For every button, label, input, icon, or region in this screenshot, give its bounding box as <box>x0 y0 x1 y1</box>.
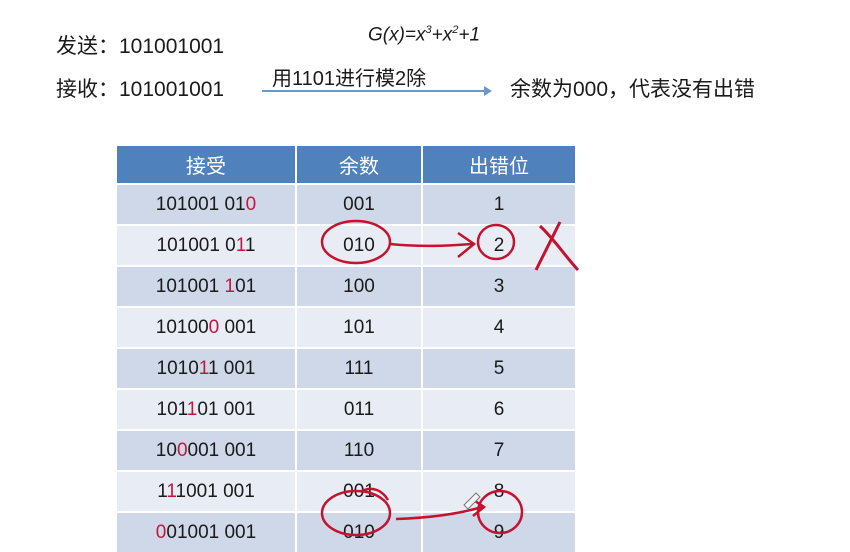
error-bit: 1 <box>198 357 208 379</box>
received-pre: 1 <box>157 480 167 502</box>
received-pre: 10 <box>155 439 177 461</box>
received-cell: 101101 001 <box>117 388 297 430</box>
poly-prefix: G(x)=x <box>368 24 426 46</box>
table-row: 101001 010 001 1 <box>117 183 575 225</box>
received-cell: 100001 001 <box>117 429 297 471</box>
arrow-head-icon <box>484 86 492 96</box>
received-pre: 101001 0 <box>156 234 236 256</box>
error-position-cell: 5 <box>422 347 575 389</box>
received-cell: 001001 001 <box>117 511 297 552</box>
received-cell: 101001 010 <box>117 183 297 225</box>
error-position-cell: 1 <box>422 183 575 225</box>
received-pre: 1010 <box>156 357 199 379</box>
recv-value: 101001001 <box>119 78 225 101</box>
error-position-cell: 6 <box>422 388 575 430</box>
error-bit: 1 <box>166 480 176 502</box>
remainder-cell: 110 <box>296 429 423 471</box>
table-body: 101001 010 001 1 101001 011 010 2 101001 101 10… <box>117 183 575 552</box>
error-position-cell: 8 <box>422 470 575 512</box>
error-bit: 0 <box>208 316 220 338</box>
error-position-cell: 2 <box>422 224 575 266</box>
remainder-cell: 101 <box>296 306 423 348</box>
error-bit: 1 <box>224 275 236 297</box>
received-cell: 101001 101 <box>117 265 297 307</box>
col-header-remainder: 余数 <box>296 146 423 184</box>
received-pre: 101001 <box>155 275 225 297</box>
received-cell: 101000 001 <box>117 306 297 348</box>
received-post: 01 <box>235 275 257 297</box>
received-post: 1 <box>244 234 256 256</box>
remainder-cell: 010 <box>296 511 423 552</box>
received-cell: 101011 001 <box>117 347 297 389</box>
arrow-line <box>262 90 488 92</box>
col-header-error-position: 出错位 <box>422 146 575 184</box>
receive-line: 接收：101001001 <box>56 73 224 103</box>
received-pre: 10100 <box>155 316 209 338</box>
col-header-received: 接受 <box>117 146 297 184</box>
remainder-cell: 001 <box>296 470 423 512</box>
table-row: 101000 001 101 4 <box>117 306 575 348</box>
send-line: 发送：101001001 <box>56 30 224 60</box>
poly-suffix: +1 <box>458 24 481 46</box>
table-row: 001001 001 010 9 <box>117 511 575 552</box>
error-table: 接受 余数 出错位 101001 010 001 1 101001 011 010 2 10… <box>117 146 575 552</box>
result-text: 余数为000，代表没有出错 <box>510 78 756 101</box>
table-row: 101001 101 100 3 <box>117 265 575 307</box>
table-row: 101011 001 111 5 <box>117 347 575 389</box>
received-post: 1 001 <box>207 357 256 379</box>
remainder-cell: 100 <box>296 265 423 307</box>
error-position-cell: 7 <box>422 429 575 471</box>
received-post: 01001 001 <box>166 521 257 543</box>
received-cell: 111001 001 <box>117 470 297 512</box>
error-bit: 0 <box>176 439 188 461</box>
table-row: 101101 001 011 6 <box>117 388 575 430</box>
remainder-cell: 111 <box>296 347 423 389</box>
received-post: 1001 001 <box>175 480 255 502</box>
poly-mid: +x <box>431 24 453 46</box>
remainder-cell: 010 <box>296 224 423 266</box>
error-bit: 0 <box>155 521 167 543</box>
table-row: 100001 001 110 7 <box>117 429 575 471</box>
received-cell: 101001 011 <box>117 224 297 266</box>
error-bit: 0 <box>245 193 257 215</box>
error-bit: 1 <box>235 234 245 256</box>
division-label: 用1101进行模2除 <box>272 68 427 90</box>
send-label: 发送： <box>56 35 119 58</box>
error-bit: 1 <box>186 398 198 420</box>
remainder-cell: 001 <box>296 183 423 225</box>
received-pre: 101001 01 <box>155 193 246 215</box>
recv-label: 接收： <box>56 78 119 101</box>
generator-polynomial: G(x)=x3+x2+1 <box>368 24 480 46</box>
error-position-cell: 4 <box>422 306 575 348</box>
send-value: 101001001 <box>119 35 225 58</box>
error-position-cell: 3 <box>422 265 575 307</box>
received-post: 001 <box>219 316 257 338</box>
received-pre: 101 <box>156 398 187 420</box>
received-post: 001 001 <box>187 439 257 461</box>
remainder-cell: 011 <box>296 388 423 430</box>
table-row: 101001 011 010 2 <box>117 224 575 266</box>
table-row: 111001 001 001 8 <box>117 470 575 512</box>
table-header-row: 接受 余数 出错位 <box>117 146 575 184</box>
received-post: 01 001 <box>197 398 256 420</box>
error-position-cell: 9 <box>422 511 575 552</box>
